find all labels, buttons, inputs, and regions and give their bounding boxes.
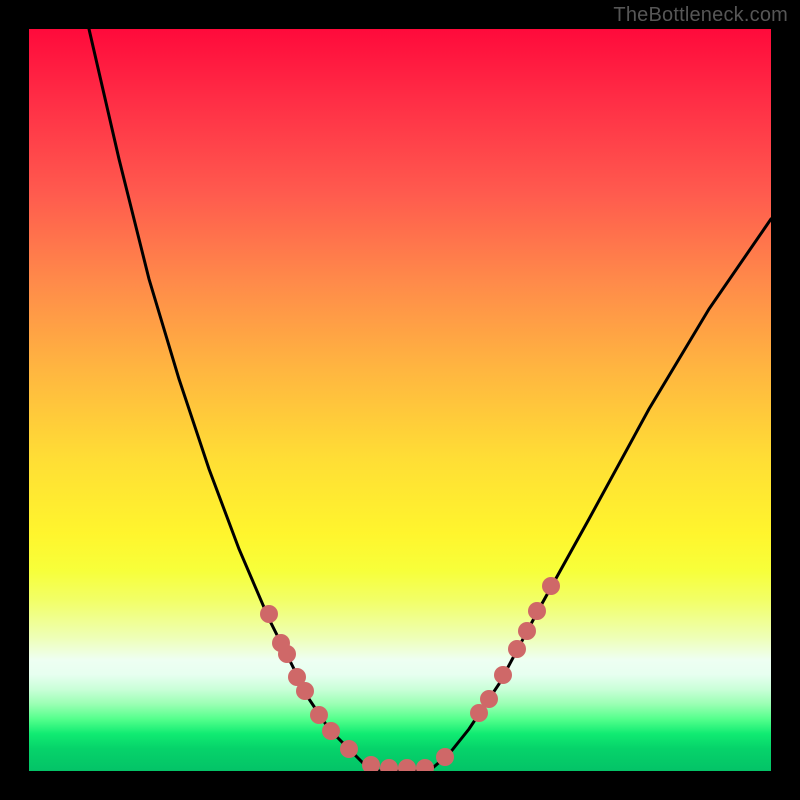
data-dot: [494, 666, 512, 684]
data-dot: [362, 756, 380, 771]
chart-frame: [29, 29, 771, 771]
data-dot: [322, 722, 340, 740]
data-dot: [260, 605, 278, 623]
credit-text: TheBottleneck.com: [613, 4, 788, 27]
data-dot: [416, 759, 434, 771]
data-dot: [480, 690, 498, 708]
dots-group: [260, 577, 560, 771]
curve-left: [89, 29, 379, 771]
data-dot: [508, 640, 526, 658]
data-dot: [340, 740, 358, 758]
data-dot: [380, 759, 398, 771]
data-dot: [518, 622, 536, 640]
data-dot: [398, 759, 416, 771]
chart-overlay: [29, 29, 771, 771]
data-dot: [278, 645, 296, 663]
data-dot: [528, 602, 546, 620]
data-dot: [542, 577, 560, 595]
data-dot: [296, 682, 314, 700]
curve-right: [429, 219, 771, 771]
data-dot: [436, 748, 454, 766]
data-dot: [310, 706, 328, 724]
